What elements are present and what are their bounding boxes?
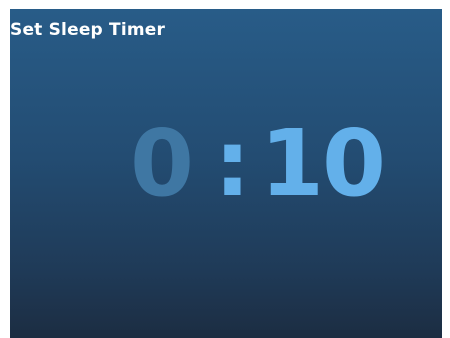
timer-hours-field[interactable]: 0	[130, 118, 194, 210]
sleep-timer-display: 0 : 10	[10, 9, 442, 338]
sleep-timer-screen: Set Sleep Timer 0 : 10	[10, 9, 442, 338]
timer-minutes-field[interactable]: 10	[260, 118, 386, 210]
timer-separator: :	[214, 110, 251, 217]
